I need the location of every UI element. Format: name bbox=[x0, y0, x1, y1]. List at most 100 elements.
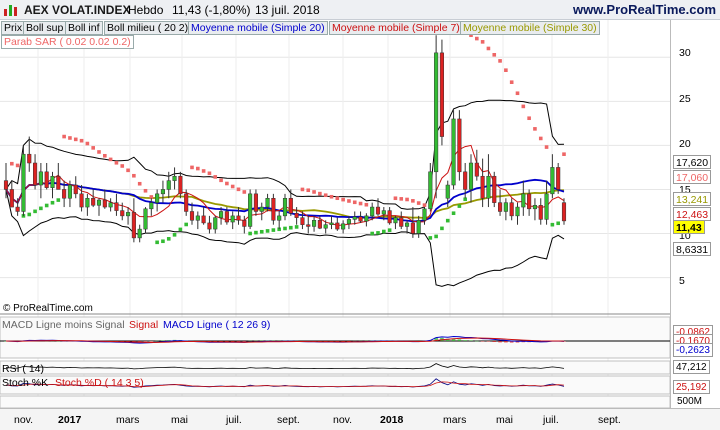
macd-histogram-up bbox=[254, 340, 258, 342]
candle-down bbox=[375, 206, 381, 215]
sar-dot-down bbox=[405, 197, 409, 202]
candle-up bbox=[50, 175, 55, 188]
sar-dot-up bbox=[428, 236, 433, 240]
macd-histogram-down bbox=[225, 341, 229, 342]
candle-up bbox=[172, 175, 177, 181]
x-label-sept-2017: sept. bbox=[277, 414, 300, 426]
sar-dot-up bbox=[550, 222, 555, 227]
rsi-legend[interactable]: RSI ( 14) bbox=[2, 363, 44, 375]
candle-down bbox=[114, 202, 119, 211]
candle-up bbox=[259, 206, 264, 212]
candle-down bbox=[189, 211, 195, 221]
candle-up bbox=[96, 199, 102, 206]
x-label-mars-2018: mars bbox=[443, 414, 467, 426]
toolbar-boll-milieu-button[interactable]: Boll milieu ( 20 2) bbox=[104, 21, 192, 35]
sar-dot-down bbox=[137, 181, 142, 186]
candle-down bbox=[358, 216, 363, 222]
sar-dot-down bbox=[318, 191, 322, 196]
candle-down bbox=[56, 175, 61, 190]
candle-up bbox=[393, 217, 398, 224]
candle-down bbox=[73, 184, 78, 195]
sar-dot-down bbox=[422, 203, 427, 207]
toolbar-mm20-button[interactable]: Moyenne mobile (Simple 20) bbox=[188, 21, 328, 35]
macd-histogram-down bbox=[242, 341, 247, 342]
macd-legend-line[interactable]: MACD Ligne ( 12 26 9) bbox=[163, 319, 270, 331]
candle-up bbox=[364, 215, 369, 222]
sar-dot-down bbox=[300, 187, 305, 192]
macd-histogram-up bbox=[161, 340, 165, 341]
site-url[interactable]: www.ProRealTime.com bbox=[573, 2, 716, 17]
sar-dot-down bbox=[416, 201, 421, 205]
sar-dot-up bbox=[39, 206, 43, 211]
sar-dot-up bbox=[33, 209, 37, 214]
candle-down bbox=[335, 222, 340, 230]
candle-up bbox=[149, 202, 154, 210]
candle-up bbox=[323, 224, 328, 229]
toolbar-mm30-button[interactable]: Moyenne mobile (Simple 30) bbox=[460, 21, 600, 35]
stoch-legend-d[interactable]: Stoch %D ( 14 3 5) bbox=[55, 377, 144, 389]
candle-up bbox=[219, 211, 224, 218]
stoch-badge: 25,192 bbox=[673, 380, 710, 394]
candle-up bbox=[155, 193, 160, 203]
sar-dot-down bbox=[329, 194, 334, 199]
candle-down bbox=[410, 222, 415, 234]
sar-dot-down bbox=[312, 190, 316, 194]
badge-boll-sup: 17,620 bbox=[673, 155, 712, 169]
sar-dot-down bbox=[515, 91, 520, 96]
sar-dot-down bbox=[73, 137, 78, 142]
price-chart-svg[interactable] bbox=[0, 20, 670, 408]
chart-area[interactable]: Prix Boll sup Boll inf Boll milieu ( 20 … bbox=[0, 20, 670, 408]
x-label-sept-2018: sept. bbox=[598, 414, 621, 426]
toolbar-boll-inf-button[interactable]: Boll inf bbox=[65, 21, 103, 35]
sar-dot-up bbox=[387, 228, 392, 232]
toolbar-prix-button[interactable]: Prix bbox=[1, 21, 26, 35]
toolbar-sar-button[interactable]: Parab SAR ( 0.02 0.02 0.2) bbox=[1, 35, 134, 49]
sar-dot-up bbox=[184, 222, 188, 227]
sar-dot-down bbox=[103, 153, 107, 158]
toolbar-mm7-button[interactable]: Moyenne mobile (Simple 7) bbox=[329, 21, 463, 35]
candle-down bbox=[27, 153, 32, 164]
candle-up bbox=[85, 198, 90, 208]
candle-down bbox=[538, 205, 543, 220]
candle-down bbox=[561, 202, 567, 222]
sar-dot-up bbox=[382, 229, 386, 234]
x-label-mars-2017: mars bbox=[116, 414, 140, 426]
instrument-name: AEX VOLAT.INDEX bbox=[24, 3, 131, 17]
macd-histogram-up bbox=[469, 340, 473, 341]
candle-down bbox=[3, 180, 9, 190]
sar-dot-up bbox=[254, 230, 258, 235]
toolbar-boll-sup-button[interactable]: Boll sup bbox=[23, 21, 67, 35]
x-label-juil-2017: juil. bbox=[226, 414, 242, 426]
sar-dot-up bbox=[155, 240, 159, 245]
sar-dot-down bbox=[352, 200, 357, 205]
timeframe-label[interactable]: Hebdo bbox=[128, 3, 163, 17]
price-axis[interactable]: 30 25 20 15 10 5 17,620 17,060 13,241 12… bbox=[670, 20, 720, 408]
sar-dot-up bbox=[161, 239, 165, 244]
badge-sar: 17,060 bbox=[673, 170, 712, 184]
sar-dot-down bbox=[544, 145, 549, 149]
candle-down bbox=[492, 175, 497, 203]
macd-histogram-down bbox=[480, 341, 485, 342]
sar-dot-down bbox=[364, 202, 369, 207]
macd-legend-histogram[interactable]: MACD Ligne moins Signal bbox=[2, 319, 125, 331]
macd-histogram-down bbox=[236, 341, 241, 342]
macd-legend-signal[interactable]: Signal bbox=[129, 319, 158, 331]
candle-down bbox=[509, 202, 514, 217]
sar-dot-down bbox=[213, 175, 218, 179]
candle-down bbox=[236, 215, 241, 221]
sar-dot-down bbox=[219, 178, 223, 183]
x-label-nov-2016: nov. bbox=[14, 414, 34, 426]
sar-dot-up bbox=[440, 226, 444, 231]
candle-up bbox=[428, 171, 433, 210]
stoch-legend-k[interactable]: Stoch %K bbox=[2, 377, 48, 389]
sar-dot-up bbox=[44, 203, 49, 208]
sar-dot-up bbox=[259, 229, 264, 234]
candle-up bbox=[468, 162, 474, 190]
time-axis[interactable]: nov. 2017 mars mai juil. sept. nov. 2018… bbox=[0, 408, 720, 430]
sar-dot-down bbox=[230, 184, 235, 189]
sar-dot-up bbox=[370, 231, 374, 236]
sar-dot-down bbox=[126, 168, 130, 173]
sar-dot-down bbox=[196, 166, 200, 171]
macd-badge-3: -0,2623 bbox=[673, 343, 713, 357]
sar-dot-down bbox=[347, 199, 351, 203]
